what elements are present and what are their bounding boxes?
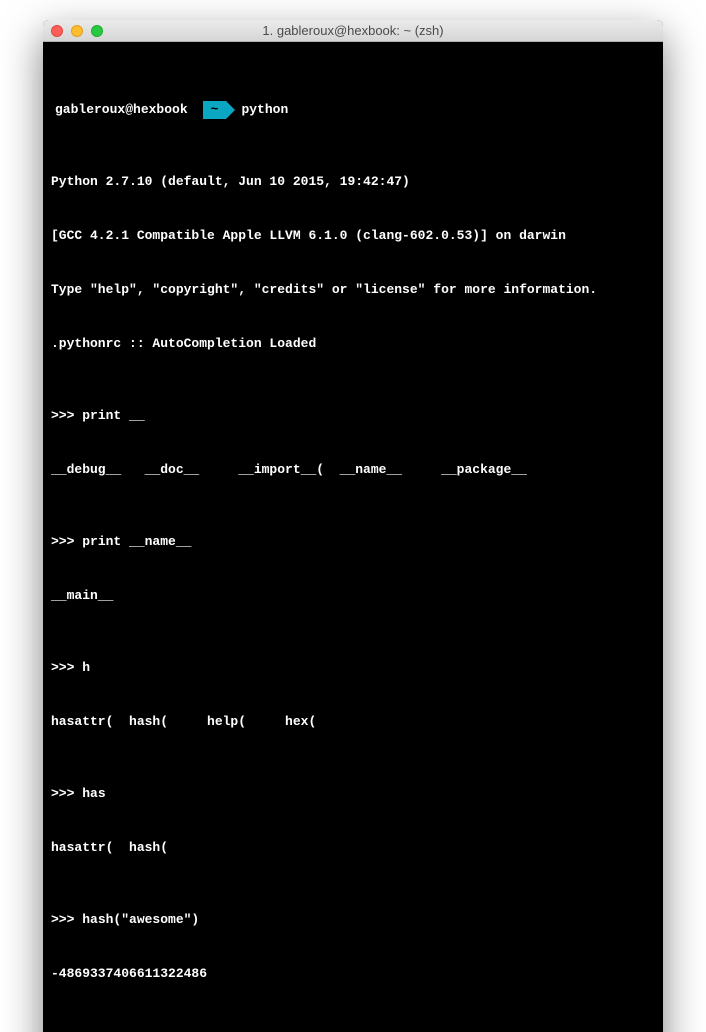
- output-line: hasattr( hash(: [51, 839, 655, 857]
- repl-prompt: >>>: [51, 660, 82, 675]
- prompt-line: gableroux@hexbook ~ python: [51, 101, 655, 119]
- output-line: -4869337406611322486: [51, 965, 655, 983]
- prompt-arrow-icon: [226, 101, 235, 119]
- output-line: __main__: [51, 587, 655, 605]
- output-line: Python 2.7.10 (default, Jun 10 2015, 19:…: [51, 173, 655, 191]
- repl-prompt: >>>: [51, 912, 82, 927]
- traffic-lights: [51, 25, 103, 37]
- output-line: __debug__ __doc__ __import__( __name__ _…: [51, 461, 655, 479]
- repl-input: print __: [82, 408, 144, 423]
- prompt-user: gableroux@hexbook: [51, 101, 194, 119]
- output-line: hasattr( hash( help( hex(: [51, 713, 655, 731]
- repl-input: has: [82, 786, 105, 801]
- repl-line: >>> print __name__: [51, 533, 655, 551]
- repl-prompt: >>>: [51, 786, 82, 801]
- prompt-arrow-icon: [194, 101, 203, 119]
- repl-input: h: [82, 660, 90, 675]
- repl-prompt: >>>: [51, 408, 82, 423]
- output-line: [GCC 4.2.1 Compatible Apple LLVM 6.1.0 (…: [51, 227, 655, 245]
- window-title: 1. gableroux@hexbook: ~ (zsh): [43, 23, 663, 38]
- repl-line: >>> print __: [51, 407, 655, 425]
- command-text: python: [235, 101, 288, 119]
- repl-line: >>> hash("awesome"): [51, 911, 655, 929]
- repl-line: >>> has: [51, 785, 655, 803]
- terminal-body[interactable]: gableroux@hexbook ~ python Python 2.7.10…: [43, 42, 663, 1032]
- repl-input: hash("awesome"): [82, 912, 199, 927]
- minimize-icon[interactable]: [71, 25, 83, 37]
- terminal-window: 1. gableroux@hexbook: ~ (zsh) gableroux@…: [43, 20, 663, 1032]
- repl-prompt: >>>: [51, 534, 82, 549]
- output-line: Type "help", "copyright", "credits" or "…: [51, 281, 655, 299]
- titlebar[interactable]: 1. gableroux@hexbook: ~ (zsh): [43, 20, 663, 42]
- repl-line: >>> h: [51, 659, 655, 677]
- repl-input: print __name__: [82, 534, 191, 549]
- maximize-icon[interactable]: [91, 25, 103, 37]
- close-icon[interactable]: [51, 25, 63, 37]
- prompt-path: ~: [203, 101, 227, 119]
- output-line: .pythonrc :: AutoCompletion Loaded: [51, 335, 655, 353]
